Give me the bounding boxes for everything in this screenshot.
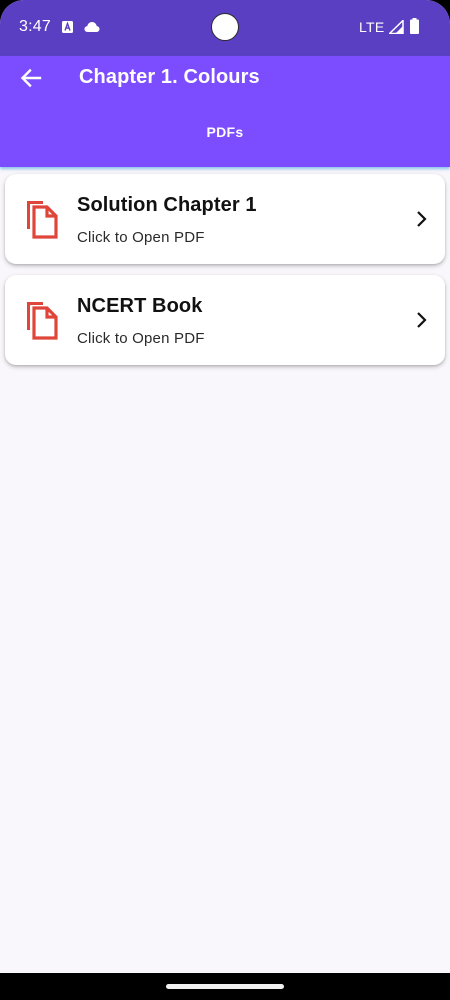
pdf-item-title: NCERT Book — [77, 295, 203, 317]
cloud-icon — [84, 22, 100, 32]
app-bar: Chapter 1. Colours PDFs — [0, 56, 450, 167]
navigation-bar — [0, 973, 450, 1000]
pdf-item-subtitle: Click to Open PDF — [77, 330, 205, 347]
page-title: Chapter 1. Colours — [79, 66, 260, 88]
signal-icon — [389, 20, 404, 34]
status-time: 3:47 — [19, 18, 51, 35]
home-gesture-handle[interactable] — [166, 984, 284, 989]
camera-cutout — [211, 13, 239, 41]
file-copy-icon — [27, 302, 58, 340]
chevron-right-icon — [417, 211, 427, 227]
pdf-item-subtitle: Click to Open PDF — [77, 229, 205, 246]
pdf-item-solution-chapter-1[interactable]: Solution Chapter 1 Click to Open PDF — [5, 174, 445, 264]
battery-icon — [410, 18, 419, 34]
pdf-item-title: Solution Chapter 1 — [77, 194, 257, 216]
pdf-item-ncert-book[interactable]: NCERT Book Click to Open PDF — [5, 275, 445, 365]
tab-pdfs[interactable]: PDFs — [0, 124, 450, 140]
a-notification-icon — [62, 21, 73, 33]
pdf-list: Solution Chapter 1 Click to Open PDF NCE… — [5, 174, 445, 376]
status-bar: 3:47 LTE — [0, 0, 450, 56]
arrow-back-icon — [20, 68, 42, 88]
chevron-right-icon — [417, 312, 427, 328]
back-button[interactable] — [17, 64, 45, 92]
app-screen: 3:47 LTE Chapter 1. Colours PDFs Solutio… — [0, 0, 450, 1000]
network-type: LTE — [359, 19, 385, 35]
file-copy-icon — [27, 201, 58, 239]
